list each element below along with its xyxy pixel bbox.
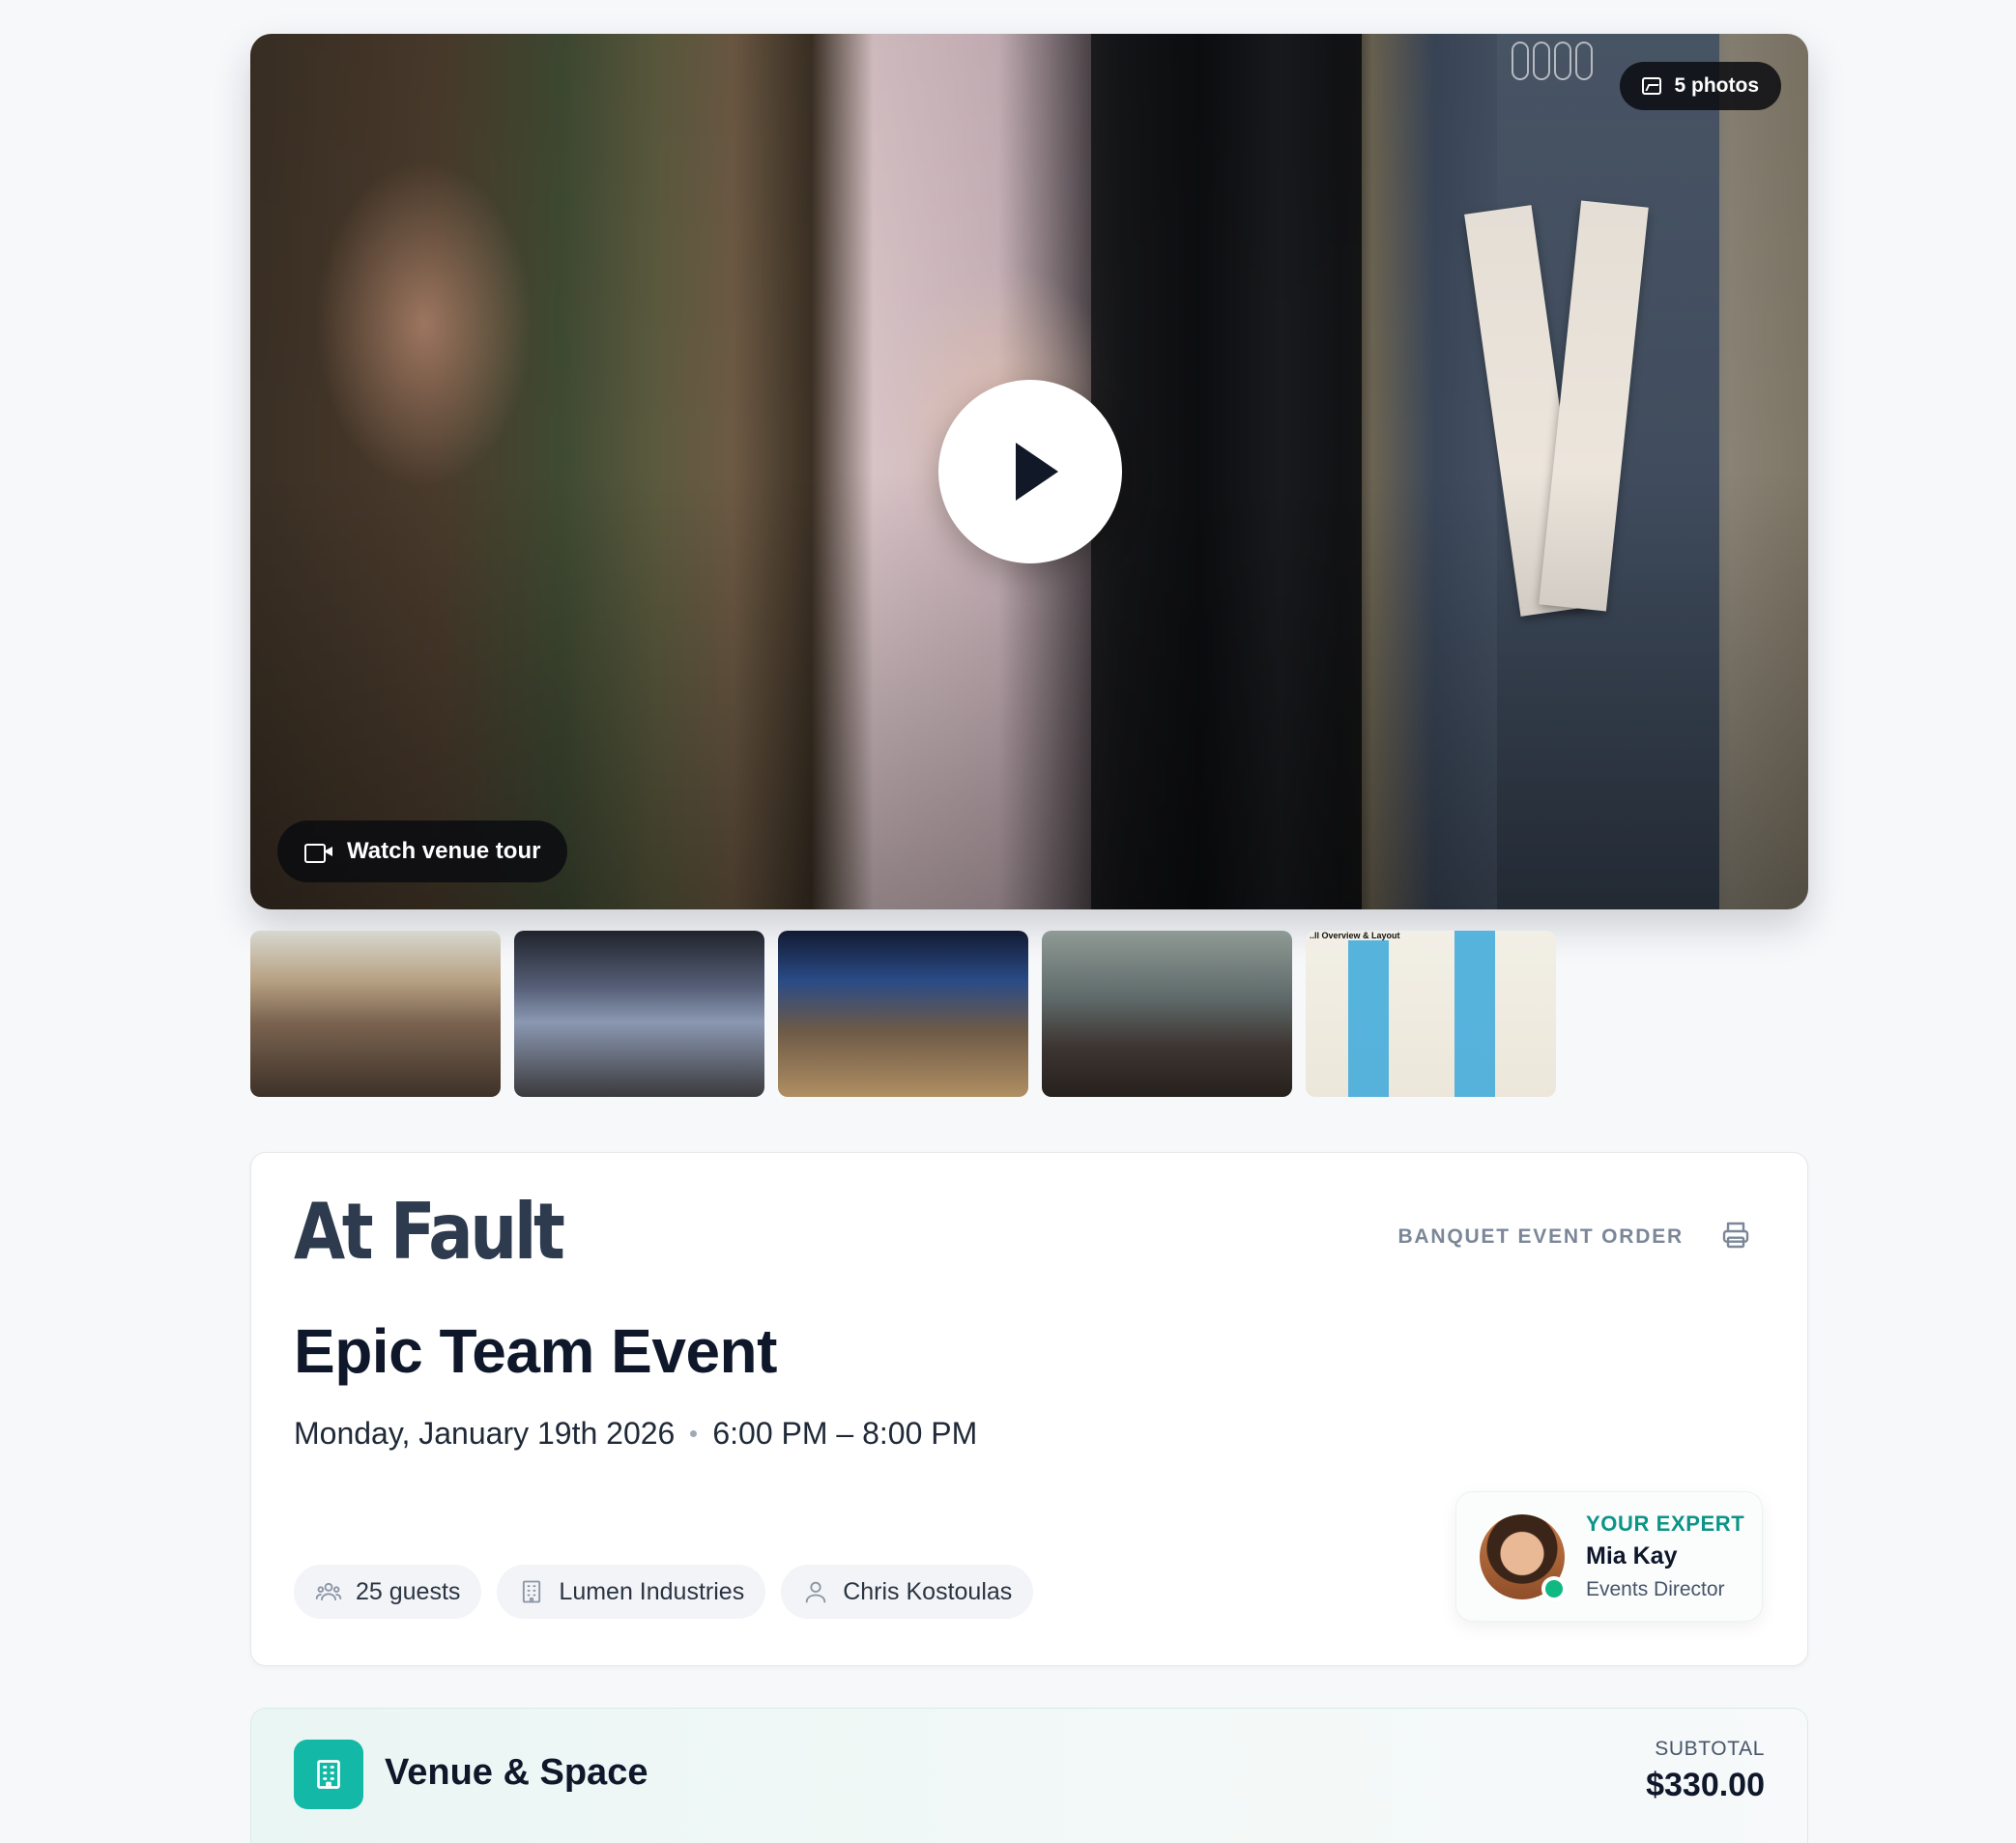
section-title: Venue & Space (385, 1752, 648, 1793)
photos-count-label: 5 photos (1674, 74, 1760, 97)
video-camera-icon (304, 843, 333, 863)
photos-count-button[interactable]: 5 photos (1619, 62, 1781, 110)
photo-thumbnails: ..ll Overview & Layout (250, 931, 1808, 1097)
thumbnail-3[interactable] (778, 931, 1028, 1097)
subtotal-label: SUBTOTAL (1655, 1738, 1765, 1760)
print-icon[interactable] (1720, 1220, 1751, 1251)
play-icon (1016, 443, 1058, 501)
users-icon (315, 1582, 342, 1601)
event-detail-chips: 25 guests Lumen Industries Chris Kostoul… (294, 1565, 1034, 1619)
event-summary-card: At Fault BANQUET EVENT ORDER Epic Team E… (250, 1152, 1808, 1666)
venue-hero-media[interactable]: 5 photos Watch venue tour (250, 34, 1808, 909)
expert-card[interactable]: YOUR EXPERT Mia Kay Events Director (1455, 1491, 1763, 1622)
venue-space-section[interactable]: Venue & Space SUBTOTAL $330.00 (250, 1708, 1808, 1843)
event-title: Epic Team Event (294, 1316, 777, 1386)
page-content: 5 photos Watch venue tour ..ll Overview … (250, 34, 1808, 1843)
expert-info: YOUR EXPERT Mia Kay Events Director (1586, 1512, 1744, 1601)
contact-name: Chris Kostoulas (843, 1577, 1013, 1605)
guests-count: 25 guests (356, 1577, 461, 1605)
event-datetime: Monday, January 19th 2026 6:00 PM – 8:00… (294, 1416, 977, 1452)
play-video-button[interactable] (938, 380, 1122, 563)
venue-logo: At Fault (294, 1187, 565, 1277)
thumbnail-5-floorplan[interactable]: ..ll Overview & Layout (1306, 931, 1556, 1097)
subtotal-value: $330.00 (1646, 1767, 1765, 1803)
expert-role: Events Director (1586, 1578, 1725, 1600)
building-icon (523, 1580, 541, 1603)
guests-chip: 25 guests (294, 1565, 482, 1619)
floorplan-label: ..ll Overview & Layout (1310, 931, 1400, 940)
company-chip: Lumen Industries (497, 1565, 766, 1619)
document-type-label: BANQUET EVENT ORDER (1397, 1225, 1684, 1248)
contact-chip: Chris Kostoulas (781, 1565, 1034, 1619)
expert-avatar (1480, 1513, 1567, 1601)
thumbnail-1[interactable] (250, 931, 501, 1097)
watch-venue-tour-button[interactable]: Watch venue tour (277, 821, 568, 882)
expert-name: Mia Kay (1586, 1542, 1678, 1569)
event-time: 6:00 PM – 8:00 PM (712, 1416, 978, 1451)
expert-kicker: YOUR EXPERT (1586, 1512, 1745, 1536)
event-date: Monday, January 19th 2026 (294, 1416, 676, 1451)
watch-venue-tour-label: Watch venue tour (347, 838, 541, 864)
image-icon (1641, 77, 1661, 95)
thumbnail-2[interactable] (514, 931, 764, 1097)
online-status-indicator (1541, 1575, 1567, 1601)
user-icon (805, 1581, 826, 1603)
company-name: Lumen Industries (559, 1577, 745, 1605)
thumbnail-4[interactable] (1042, 931, 1292, 1097)
separator-dot (690, 1430, 698, 1437)
building-icon (294, 1740, 363, 1809)
